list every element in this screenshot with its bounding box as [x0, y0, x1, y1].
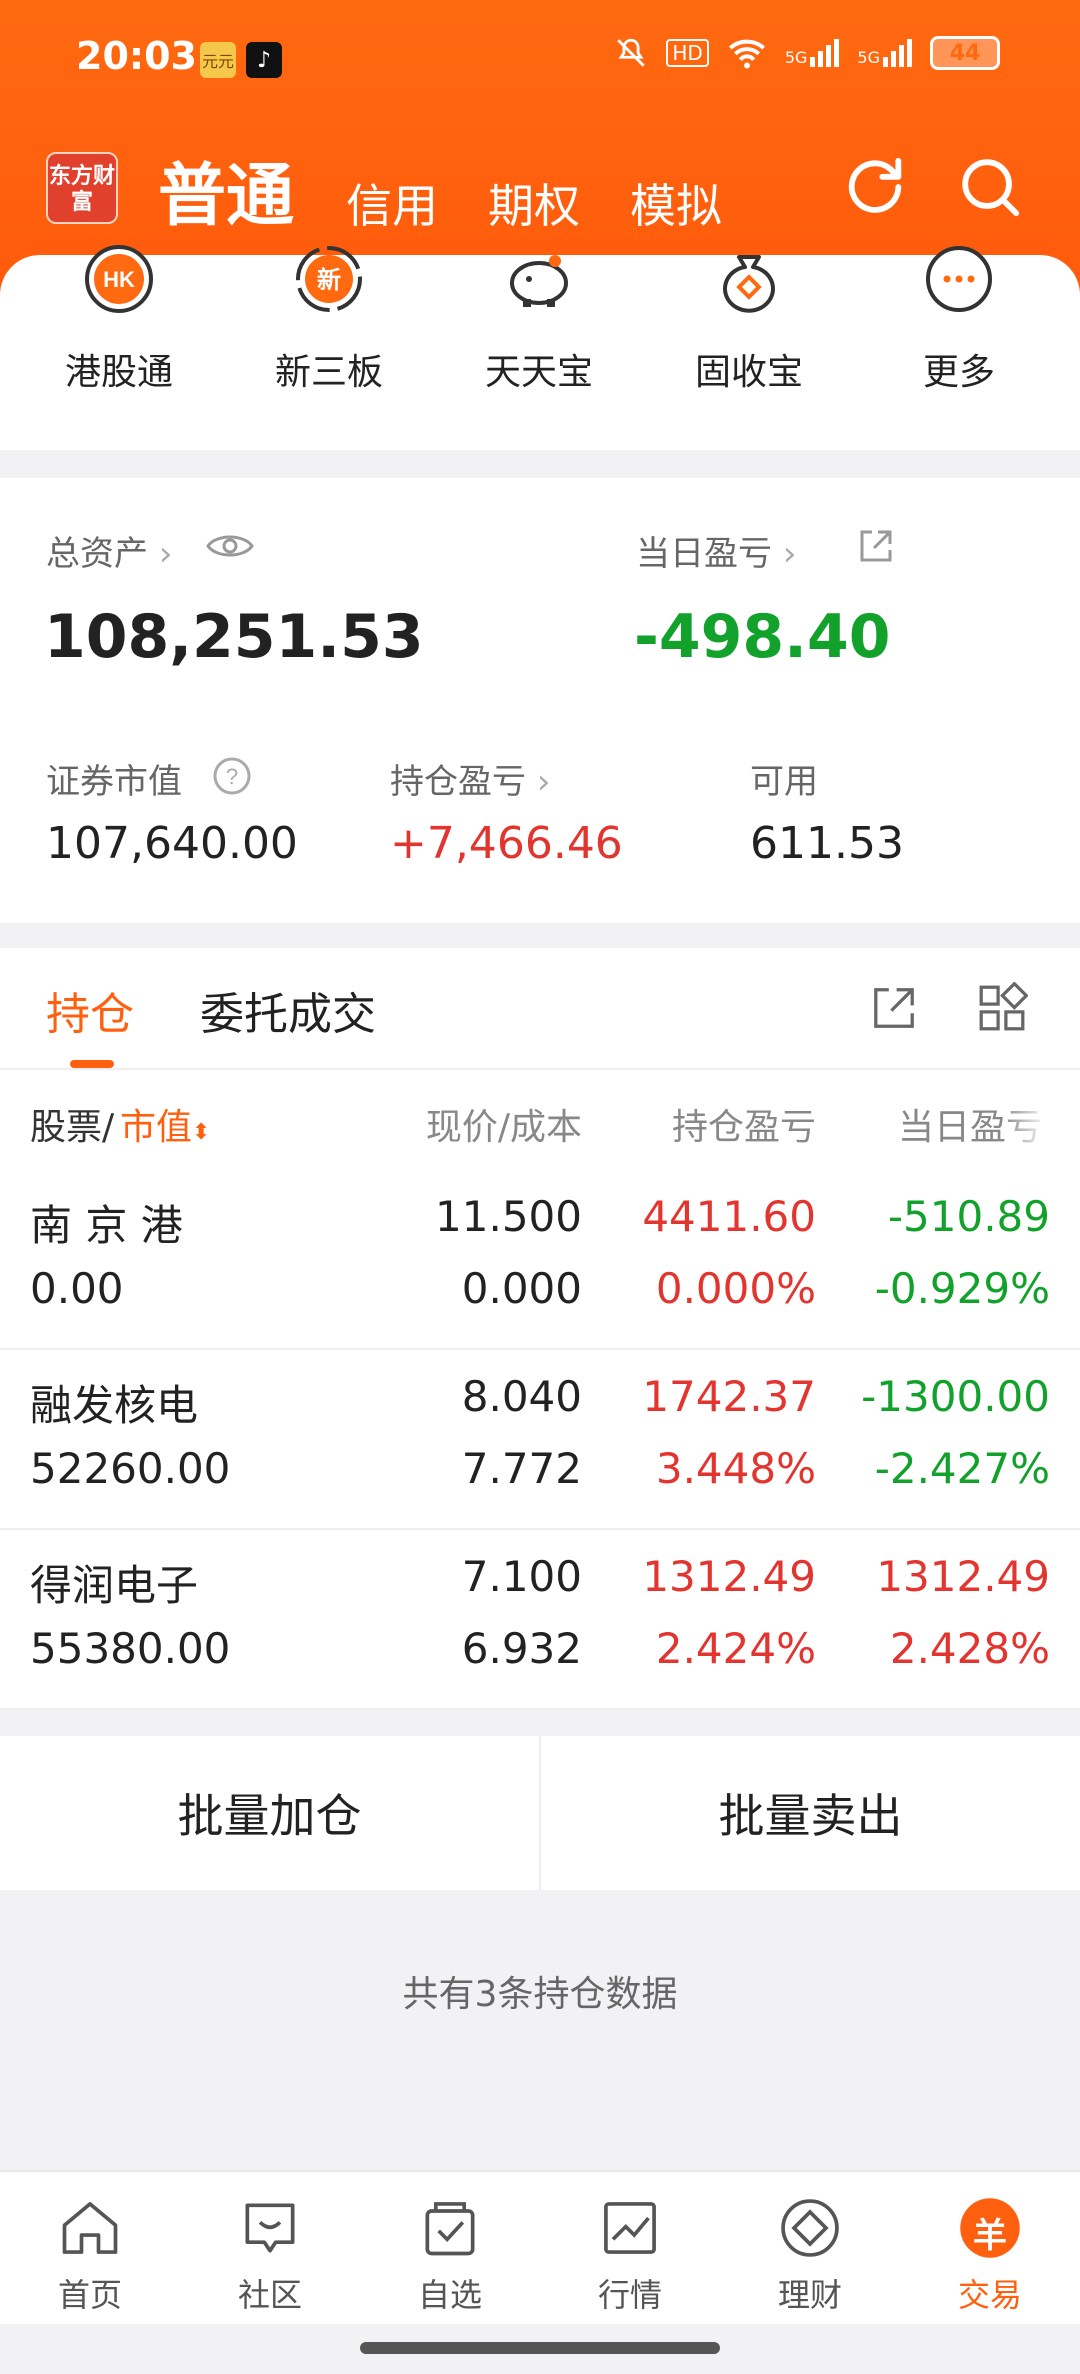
nav-watchlist[interactable]: 自选: [360, 2172, 540, 2326]
sort-icon: ⬍: [192, 1120, 211, 1145]
holding-row[interactable]: 南 京 港 0.00 11.500 0.000 4411.60 0.000% -…: [0, 1170, 1080, 1350]
more-icon: [926, 246, 992, 312]
quick-hk-connect[interactable]: HK 港股通: [39, 245, 199, 450]
refresh-icon[interactable]: [840, 152, 910, 222]
eastmoney-logo: 东方财富: [46, 152, 118, 224]
available-value: 611.53: [750, 818, 904, 869]
signal-5g-icon-2: 5G: [857, 39, 912, 67]
holding-row[interactable]: 融发核电 52260.00 8.040 7.772 1742.37 3.448%…: [0, 1350, 1080, 1530]
grid-view-icon[interactable]: [976, 982, 1028, 1034]
batch-add-button[interactable]: 批量加仓: [0, 1736, 539, 1890]
holdings-count-note: 共有3条持仓数据: [402, 1974, 678, 2015]
header-daily-pl: 当日盈亏: [898, 1107, 1043, 1148]
svg-text:新: 新: [317, 266, 341, 294]
market-value: 107,640.00: [46, 818, 298, 869]
new-board-icon: 新: [296, 246, 362, 312]
hk-icon: HK: [85, 245, 153, 313]
tab-normal[interactable]: 普通: [158, 140, 294, 239]
battery-icon: 44: [930, 36, 1000, 70]
watchlist-icon: [425, 2202, 475, 2256]
tab-positions[interactable]: 持仓: [46, 978, 134, 1042]
market-value-label: 证券市值: [46, 762, 182, 802]
daily-pl-value: -498.40: [634, 602, 891, 672]
tab-options[interactable]: 期权: [488, 170, 580, 236]
header-stock: 股票/: [30, 1107, 115, 1148]
header-price-cost: 现价/成本: [425, 1107, 582, 1148]
holding-row[interactable]: 得润电子 55380.00 7.100 6.932 1312.49 2.424%…: [0, 1530, 1080, 1710]
total-assets-label[interactable]: 总资产 ›: [46, 526, 172, 575]
nav-market[interactable]: 行情: [540, 2172, 720, 2326]
eye-icon[interactable]: [206, 528, 254, 564]
sort-market-value[interactable]: 市值⬍: [120, 1098, 210, 1150]
status-bar: 20:03 元元 ♪ HD 5G 5G 44: [0, 0, 1080, 120]
wealth-icon: [781, 2199, 839, 2257]
tab-credit[interactable]: 信用: [346, 170, 438, 236]
chevron-right-icon: ›: [158, 534, 173, 574]
chevron-right-icon: ›: [782, 534, 797, 574]
community-icon: [245, 2203, 295, 2253]
bottom-nav: 首页 社区 自选 行情 理财 羊 交易: [0, 2170, 1080, 2324]
total-assets-value: 108,251.53: [44, 602, 424, 672]
home-indicator[interactable]: [360, 2342, 720, 2354]
share-icon[interactable]: [868, 982, 920, 1034]
holdings-panel: 持仓 委托成交 股票/ 市值⬍ 现价/成本 持仓盈亏 当日盈亏 南 京 港 0.…: [0, 948, 1080, 1710]
quick-tiantianbao[interactable]: 天天宝: [459, 255, 619, 450]
quick-gushoubao[interactable]: 固收宝: [669, 255, 829, 450]
search-icon[interactable]: [955, 152, 1025, 222]
position-pl-label[interactable]: 持仓盈亏 ›: [390, 754, 550, 803]
daily-pl-label[interactable]: 当日盈亏 ›: [636, 526, 796, 575]
trading-page: 20:03 元元 ♪ HD 5G 5G 44 东方财富 普通 信用 期权 模拟 …: [0, 0, 1080, 2374]
status-time: 20:03: [76, 34, 197, 78]
wifi-icon: [728, 39, 765, 69]
batch-sell-button[interactable]: 批量卖出: [541, 1736, 1080, 1890]
mute-bell-icon: [617, 38, 646, 67]
batch-actions: 批量加仓 批量卖出: [0, 1736, 1080, 1890]
chevron-right-icon: ›: [536, 762, 551, 802]
nav-community[interactable]: 社区: [180, 2172, 360, 2326]
quick-new-third-board[interactable]: 新 新三板: [249, 246, 409, 450]
position-pl-value: +7,466.46: [390, 818, 623, 869]
nav-wealth[interactable]: 理财: [720, 2172, 900, 2326]
money-bag-icon: [723, 255, 775, 313]
share-icon[interactable]: [856, 526, 896, 566]
piggy-bank-icon: [510, 255, 568, 307]
tiktok-icon: ♪: [246, 42, 282, 78]
holdings-header: 股票/ 市值⬍ 现价/成本 持仓盈亏 当日盈亏: [0, 1070, 1080, 1170]
top-nav: 东方财富 普通 信用 期权 模拟: [0, 140, 1080, 250]
holdings-tabs: 持仓 委托成交: [0, 948, 1080, 1070]
app-notification-icon: 元元: [200, 42, 236, 78]
quick-more[interactable]: 更多: [879, 246, 1039, 450]
status-icons: HD 5G 5G 44: [614, 36, 1000, 70]
help-icon[interactable]: ?: [212, 756, 252, 796]
available-label: 可用: [750, 762, 818, 802]
tab-simulation[interactable]: 模拟: [630, 170, 722, 236]
market-icon: [604, 2202, 656, 2254]
signal-5g-icon: 5G: [785, 39, 840, 67]
trade-glyph: 羊: [973, 2216, 1007, 2256]
svg-text:HK: HK: [103, 267, 135, 292]
svg-text:?: ?: [226, 764, 238, 789]
quick-entries: HK 港股通 新 新三板 天天宝 固收宝 更多: [0, 245, 1080, 450]
home-icon: [62, 2202, 118, 2254]
tab-orders[interactable]: 委托成交: [200, 978, 376, 1042]
asset-summary: 总资产 › 108,251.53 当日盈亏 › -498.40 证券市值 ? 1…: [0, 478, 1080, 923]
hd-icon: HD: [666, 39, 709, 67]
nav-home[interactable]: 首页: [0, 2172, 180, 2326]
active-tab-indicator: [70, 1060, 114, 1068]
nav-trade[interactable]: 羊 交易: [900, 2172, 1080, 2326]
header-position-pl: 持仓盈亏: [671, 1107, 816, 1148]
